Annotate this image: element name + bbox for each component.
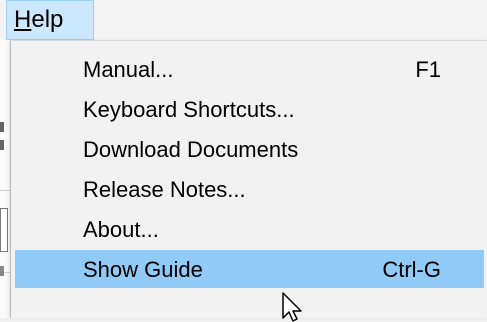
menu-item-show-guide[interactable]: Show Guide Ctrl-G — [15, 250, 484, 288]
background-input — [0, 208, 8, 252]
menu-item-label: Download Documents — [83, 137, 299, 162]
background-text-fragment — [0, 266, 4, 276]
menu-item-download-documents[interactable]: Download Documents — [15, 130, 487, 169]
menu-item-label: Manual... — [83, 57, 174, 82]
menu-item-label: Keyboard Shortcuts... — [83, 97, 295, 122]
menu-item-label: About... — [83, 217, 159, 242]
menu-item-label: Show Guide — [83, 257, 203, 282]
help-menu-label-rest: elp — [31, 6, 64, 33]
help-menu[interactable]: Help — [6, 0, 94, 40]
menu-item-manual[interactable]: Manual... F1 — [15, 50, 487, 89]
menu-bar: Help — [0, 0, 487, 40]
menu-item-keyboard-shortcuts[interactable]: Keyboard Shortcuts... — [15, 90, 487, 129]
menu-item-release-notes[interactable]: Release Notes... — [15, 170, 487, 209]
background-text-fragment — [0, 140, 4, 150]
menu-item-label: Release Notes... — [83, 177, 246, 202]
background-text-fragment — [0, 122, 4, 132]
help-dropdown-menu: Manual... F1 Keyboard Shortcuts... Downl… — [10, 40, 487, 318]
menu-item-shortcut: F1 — [415, 57, 441, 82]
help-menu-mnemonic: H — [14, 6, 32, 33]
menu-item-about[interactable]: About... — [15, 210, 487, 249]
menu-item-shortcut: Ctrl-G — [382, 257, 441, 282]
